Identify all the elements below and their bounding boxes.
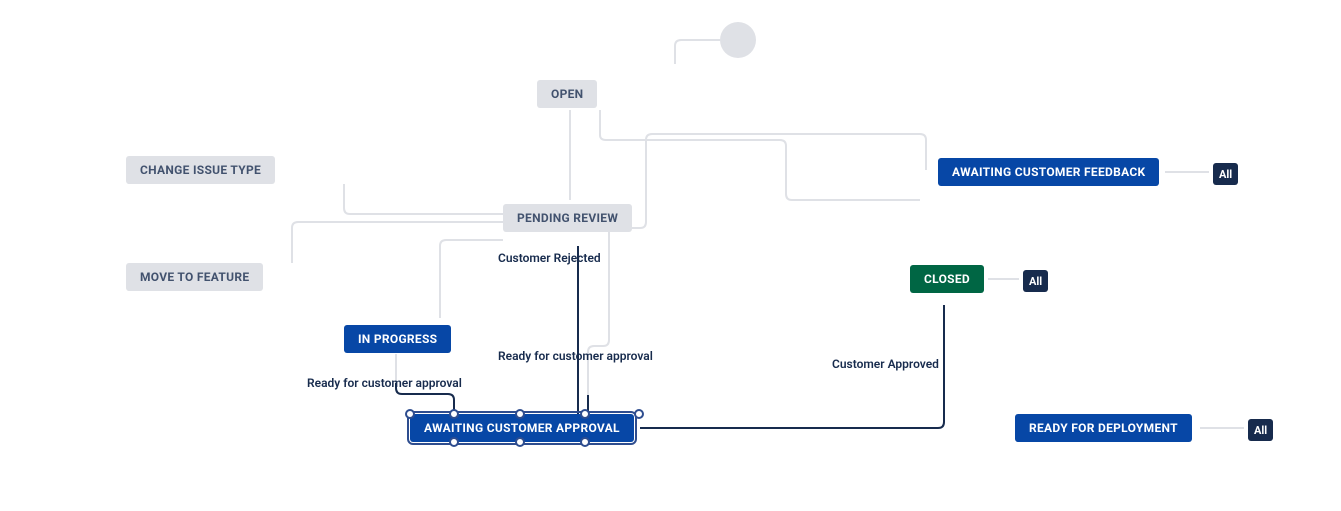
transition-label-customer-approved[interactable]: Customer Approved (832, 357, 939, 371)
node-pending-review[interactable]: PENDING REVIEW (503, 204, 632, 232)
transition-label-ready-for-customer-approval-2[interactable]: Ready for customer approval (498, 349, 653, 363)
resize-handle[interactable] (405, 409, 415, 419)
resize-handle[interactable] (580, 437, 590, 447)
resize-handle[interactable] (515, 409, 525, 419)
start-node[interactable] (720, 22, 756, 58)
all-badge[interactable]: All (1213, 163, 1238, 185)
resize-handle[interactable] (515, 437, 525, 447)
node-awaiting-customer-feedback[interactable]: AWAITING CUSTOMER FEEDBACK (938, 158, 1159, 186)
all-badge[interactable]: All (1248, 419, 1273, 441)
transition-label-customer-rejected[interactable]: Customer Rejected (498, 251, 601, 265)
resize-handle[interactable] (449, 437, 459, 447)
transition-label-ready-for-customer-approval-1[interactable]: Ready for customer approval (307, 376, 462, 390)
resize-handle[interactable] (634, 409, 644, 419)
node-open[interactable]: OPEN (537, 80, 597, 108)
node-closed[interactable]: CLOSED (910, 265, 984, 293)
node-ready-for-deployment[interactable]: READY FOR DEPLOYMENT (1015, 414, 1192, 442)
node-in-progress[interactable]: IN PROGRESS (344, 325, 451, 353)
resize-handle[interactable] (449, 409, 459, 419)
node-move-to-feature[interactable]: MOVE TO FEATURE (126, 263, 263, 291)
all-badge[interactable]: All (1023, 270, 1048, 292)
node-change-issue-type[interactable]: CHANGE ISSUE TYPE (126, 156, 275, 184)
resize-handle[interactable] (580, 409, 590, 419)
workflow-canvas[interactable]: OPEN CHANGE ISSUE TYPE MOVE TO FEATURE P… (0, 0, 1341, 511)
